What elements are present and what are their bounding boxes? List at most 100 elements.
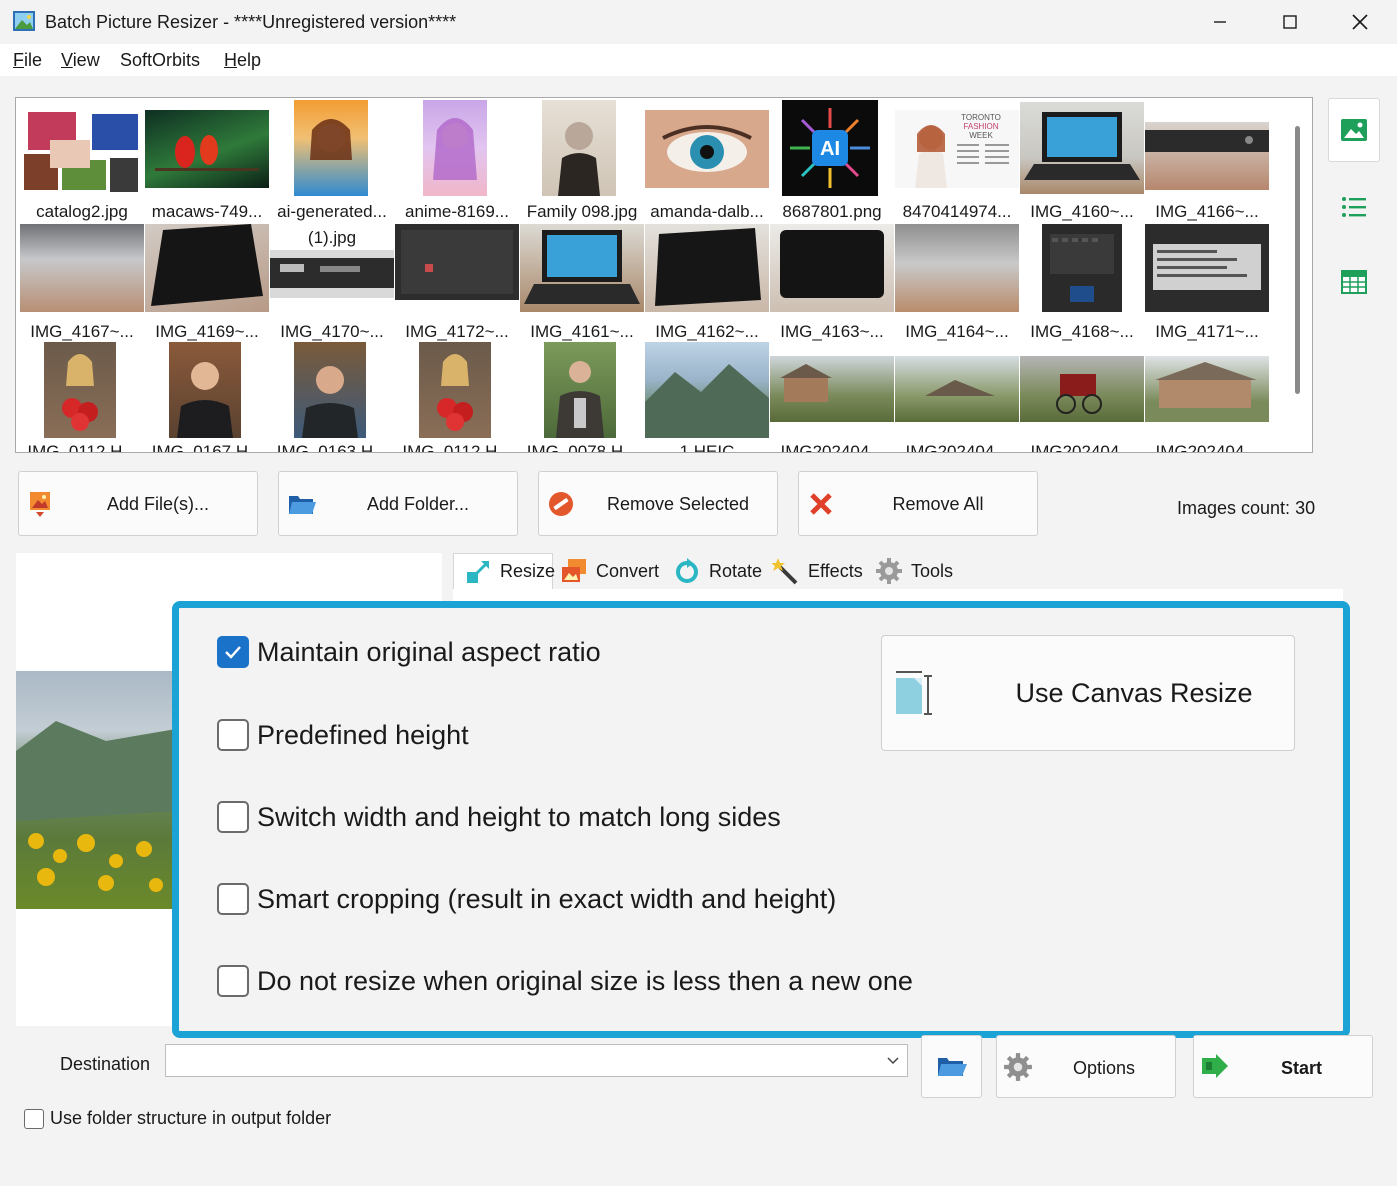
tab-resize[interactable]: Resize (453, 553, 555, 589)
thumbnail-image (1020, 356, 1144, 422)
tab-rotate[interactable]: Rotate (673, 553, 762, 589)
thumbnail-caption: 8470414974... (902, 202, 1012, 221)
thumbnail-caption: IMG_0112.H... (402, 442, 512, 453)
chevron-down-icon[interactable] (885, 1052, 901, 1068)
thumbnail-image (895, 356, 1019, 422)
predefined-height-checkbox[interactable] (217, 719, 249, 751)
thumbnail-image (423, 100, 487, 196)
table-view-button[interactable] (1328, 250, 1380, 314)
use-folder-structure-label: Use folder structure in output folder (50, 1108, 332, 1128)
resize-options-panel: Maintain original aspect ratio Predefine… (172, 601, 1350, 1038)
menu-softorbits[interactable]: SoftOrbits (120, 50, 200, 71)
use-canvas-resize-button[interactable]: Use Canvas Resize (881, 635, 1295, 751)
thumbnail-caption: 8687801.png (782, 202, 882, 221)
thumbnail-caption: Family 098.jpg (526, 202, 638, 221)
menu-help[interactable]: Help (224, 50, 261, 71)
thumbnail-caption: ai-generated... (277, 202, 387, 221)
canvas-resize-icon (892, 668, 932, 718)
list-view-icon (1342, 197, 1366, 217)
remove-all-button[interactable]: Remove All (798, 471, 1038, 536)
tab-convert[interactable]: Convert (560, 553, 659, 589)
thumbnail-caption: 1.HEIC (679, 442, 735, 453)
predefined-height-label: Predefined height (257, 719, 469, 750)
switch-sides-option[interactable]: Switch width and height to match long si… (217, 801, 781, 833)
thumbnail-view-button[interactable] (1328, 98, 1380, 162)
use-folder-structure-checkbox[interactable] (24, 1108, 44, 1129)
start-button[interactable]: Start (1193, 1035, 1373, 1098)
list-view-button[interactable] (1328, 175, 1380, 239)
tab-tools[interactable]: Tools (875, 553, 953, 589)
thumbnail-image: AI (782, 100, 878, 196)
thumbnail-caption: IMG202404... (780, 442, 884, 453)
smart-crop-label: Smart cropping (result in exact width an… (257, 883, 837, 914)
add-file-icon (27, 490, 55, 518)
smart-crop-option[interactable]: Smart cropping (result in exact width an… (217, 883, 836, 915)
thumbnail-image (645, 110, 769, 188)
no-upscale-option[interactable]: Do not resize when original size is less… (217, 965, 913, 997)
thumbnail-caption: amanda-dalb... (650, 202, 764, 221)
thumbnail-caption: IMG_4170~... (280, 322, 384, 341)
destination-combobox[interactable] (165, 1044, 908, 1077)
close-icon (1352, 14, 1368, 30)
thumbnail-image (1145, 356, 1269, 422)
maintain-aspect-label: Maintain original aspect ratio (257, 636, 601, 667)
close-button[interactable] (1325, 0, 1395, 44)
browse-folder-button[interactable] (921, 1035, 982, 1098)
thumbnail-caption: IMG_4163~... (780, 322, 884, 341)
thumbnail-caption: IMG_4172~... (405, 322, 509, 341)
thumbnail-caption: macaws-749... (151, 202, 263, 221)
thumbnail-caption: catalog2.jpg (36, 202, 128, 221)
thumbnail-caption: IMG202404... (905, 442, 1009, 453)
maximize-icon (1283, 15, 1297, 29)
thumbnail-caption: IMG202404... (1030, 442, 1134, 453)
maximize-button[interactable] (1255, 0, 1325, 44)
thumbnail-caption: IMG_4168~... (1030, 322, 1134, 341)
thumbnail-caption: IMG202404... (1155, 442, 1259, 453)
menu-bar (0, 44, 1397, 76)
switch-sides-checkbox[interactable] (217, 801, 249, 833)
window-title: Batch Picture Resizer - ****Unregistered… (45, 12, 457, 32)
thumbnail-image: TORONTO FASHION WEEK (895, 110, 1019, 188)
thumbnail-caption: IMG_4164~... (905, 322, 1009, 341)
rotate-icon (673, 557, 701, 585)
checkmark-icon (225, 646, 241, 659)
thumbnail-caption: IMG_4169~... (155, 322, 259, 341)
destination-input[interactable] (166, 1045, 866, 1076)
menu-view[interactable]: View (61, 50, 100, 71)
maintain-aspect-option[interactable]: Maintain original aspect ratio (217, 636, 601, 668)
thumbnail-image (169, 342, 241, 438)
options-button[interactable]: Options (996, 1035, 1176, 1098)
thumbnail-image (395, 224, 519, 300)
add-folder-button[interactable]: Add Folder... (278, 471, 518, 536)
thumbnail-image (270, 250, 394, 298)
thumbnail-image (294, 342, 366, 438)
add-files-button[interactable]: Add File(s)... (18, 471, 258, 536)
tab-effects[interactable]: Effects (771, 553, 863, 589)
maintain-aspect-checkbox[interactable] (217, 636, 249, 668)
magazine-line-1: TORONTO (961, 113, 1001, 122)
no-upscale-label: Do not resize when original size is less… (257, 965, 913, 996)
thumbnail-caption: IMG_4160~... (1030, 202, 1134, 221)
thumbnail-caption: IMG_4167~... (30, 322, 134, 341)
thumbnail-caption: IMG_4166~... (1155, 202, 1259, 221)
thumbnail-caption: IMG_4171~... (1155, 322, 1259, 341)
no-upscale-checkbox[interactable] (217, 965, 249, 997)
thumbnail-caption: IMG_0112.H... (27, 442, 137, 453)
add-files-label: Add File(s)... (106, 494, 210, 514)
thumbnail-image (544, 342, 616, 438)
thumbnail-image (145, 110, 269, 188)
thumbnail-caption: IMG_4161~... (530, 322, 634, 341)
thumbnail-image (1145, 224, 1269, 312)
smart-crop-checkbox[interactable] (217, 883, 249, 915)
menu-file[interactable]: File (13, 50, 42, 71)
remove-all-label: Remove All (892, 494, 984, 514)
thumbnail-image (1145, 122, 1269, 190)
thumbnail-list[interactable]: catalog2.jpg macaws-749... ai-generated.… (15, 97, 1313, 453)
use-folder-structure-option[interactable]: Use folder structure in output folder (24, 1108, 331, 1129)
predefined-height-option[interactable]: Predefined height (217, 719, 469, 751)
minimize-icon (1214, 21, 1226, 23)
thumbnail-image (645, 224, 769, 312)
minimize-button[interactable] (1185, 0, 1255, 44)
thumbnail-scrollbar[interactable] (1295, 126, 1300, 394)
remove-selected-button[interactable]: Remove Selected (538, 471, 778, 536)
